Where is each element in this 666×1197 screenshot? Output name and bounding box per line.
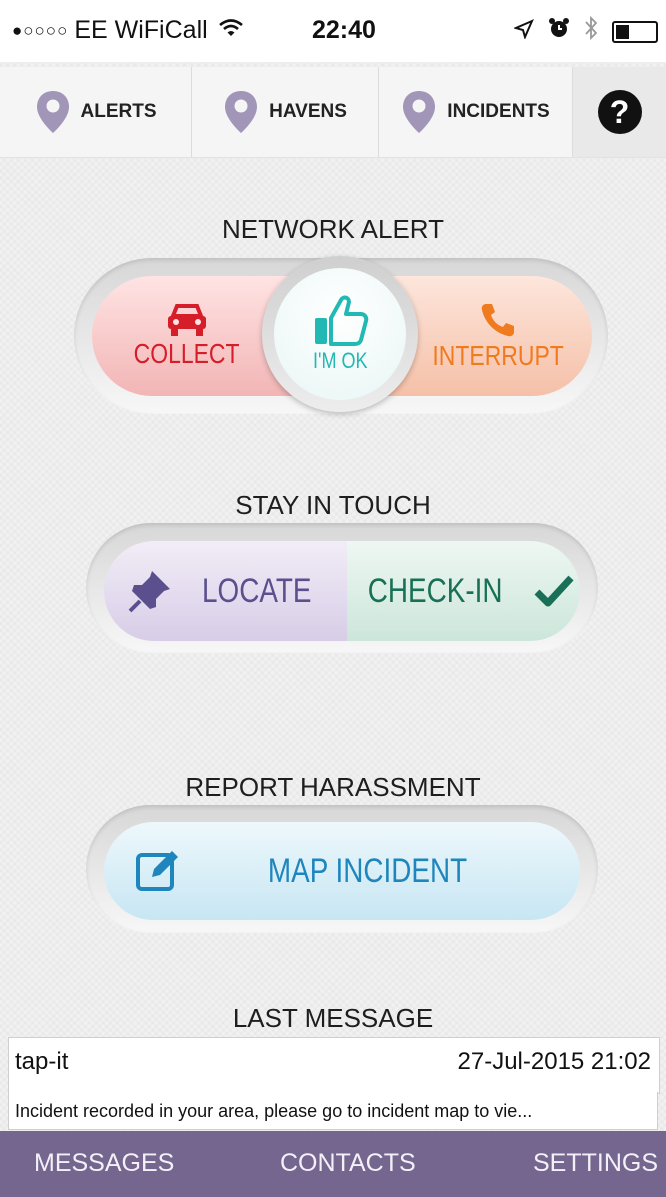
interrupt-label: INTERRUPT [432, 340, 564, 371]
wifi-icon [218, 18, 244, 44]
map-pin-icon [403, 91, 436, 133]
tab-incidents-label: INCIDENTS [447, 101, 550, 122]
alarm-icon [548, 17, 570, 46]
message-timestamp: 27-Jul-2015 21:02 [457, 1048, 651, 1075]
carrier-name: EE WiFiCall [74, 16, 208, 44]
carrier-info: ●○○○○ EE WiFiCall [12, 16, 244, 45]
im-ok-label: I'M OK [312, 348, 368, 373]
check-in-button[interactable]: CHECK-IN [347, 541, 580, 641]
network-alert-title: NETWORK ALERT [221, 214, 444, 244]
last-message-title: LAST MESSAGE [232, 1003, 434, 1033]
bottom-nav-bar: MESSAGES CONTACTS SETTINGS [0, 1131, 666, 1197]
tab-havens-label: HAVENS [269, 101, 347, 122]
nav-settings[interactable]: SETTINGS [533, 1149, 658, 1178]
last-message-card[interactable]: tap-it 27-Jul-2015 21:02 [8, 1037, 660, 1094]
phone-icon [481, 304, 514, 337]
signal-strength-icon: ●○○○○ [12, 20, 69, 40]
tab-havens[interactable]: HAVENS [192, 67, 379, 157]
check-in-label: CHECK-IN [368, 571, 503, 610]
location-arrow-icon [513, 17, 534, 46]
report-harassment-title: REPORT HARASSMENT [185, 772, 481, 802]
clock: 22:40 [312, 16, 376, 44]
message-sender: tap-it [15, 1048, 69, 1075]
locate-label: LOCATE [201, 571, 312, 610]
help-icon: ? [597, 90, 642, 134]
map-incident-label: MAP INCIDENT [267, 851, 468, 890]
map-incident-button[interactable]: MAP INCIDENT [104, 822, 580, 920]
map-pin-icon [36, 91, 69, 133]
bluetooth-icon [584, 15, 598, 47]
tab-alerts-label: ALERTS [80, 101, 157, 122]
map-pin-icon [225, 91, 258, 133]
top-tab-bar: ALERTS HAVENS INCIDENTS ? [0, 67, 666, 158]
edit-note-icon [136, 851, 178, 891]
locate-button[interactable]: LOCATE [104, 541, 347, 641]
nav-messages[interactable]: MESSAGES [34, 1149, 174, 1178]
collect-label: COLLECT [134, 338, 240, 369]
im-ok-button[interactable]: I'M OK [274, 268, 406, 400]
pushpin-icon [128, 571, 170, 613]
message-preview[interactable]: Incident recorded in your area, please g… [8, 1092, 658, 1130]
status-bar: ●○○○○ EE WiFiCall 22:40 [0, 0, 666, 62]
car-icon [168, 304, 206, 336]
thumbs-up-icon [315, 295, 369, 346]
stay-in-touch-title: STAY IN TOUCH [235, 490, 431, 520]
battery-icon [612, 20, 658, 43]
help-button[interactable]: ? [573, 67, 666, 157]
tab-incidents[interactable]: INCIDENTS [379, 67, 573, 157]
tab-alerts[interactable]: ALERTS [0, 67, 192, 157]
status-icons [513, 15, 658, 47]
checkmark-icon [534, 575, 574, 607]
nav-contacts[interactable]: CONTACTS [280, 1149, 416, 1178]
